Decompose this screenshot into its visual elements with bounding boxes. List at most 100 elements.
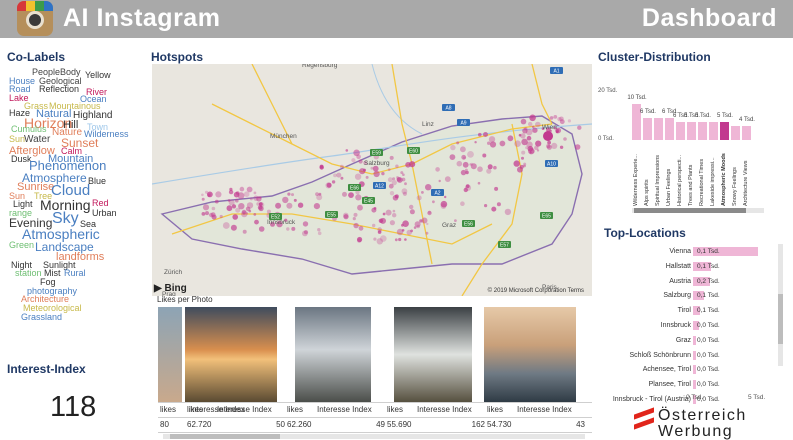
map-copyright[interactable]: © 2019 Microsoft Corporation Terms <box>488 288 584 294</box>
location-bar[interactable] <box>693 350 697 360</box>
cluster-bar[interactable] <box>654 118 663 140</box>
location-bar[interactable] <box>693 335 697 345</box>
hotspot-dot <box>256 196 262 202</box>
word-cloud-term[interactable]: Red <box>92 199 109 208</box>
hotspot-dot <box>345 149 349 152</box>
instagram-photo[interactable] <box>484 307 576 402</box>
photo-strip[interactable]: likes Interesse Index 80 likes Interesse Ind… <box>158 304 592 434</box>
cluster-bar[interactable] <box>720 122 729 140</box>
road-shield-label: E55 <box>327 213 336 219</box>
bar-data-label: 6 Tsd. <box>640 109 656 116</box>
hotspot-dot <box>215 191 222 198</box>
word-cloud-term[interactable]: Yellow <box>85 71 111 80</box>
x-tick-label: 5 Tsd. <box>748 394 766 401</box>
map-city-label: Wien <box>542 124 557 131</box>
scrollbar-thumb[interactable] <box>634 208 746 213</box>
hotspot-dot <box>409 204 414 210</box>
road-shield-label: E45 <box>364 199 373 205</box>
hotspot-dot <box>357 238 362 243</box>
word-cloud-term[interactable]: Blue <box>88 177 106 186</box>
interest-index-value: 118 <box>50 391 97 423</box>
word-cloud-term[interactable]: Atmospheric <box>22 227 100 241</box>
hotspot-dot <box>253 213 257 216</box>
hotspot-dot <box>425 231 429 235</box>
hotspots-map[interactable]: Regensburg München Salzburg Innsbruck Linz Wi… <box>152 64 592 296</box>
hotspot-dot <box>242 212 246 215</box>
hotspot-dot <box>504 208 512 216</box>
likes-per-photo-title: Likes per Photo <box>157 295 213 304</box>
app-title: AI Instagram <box>63 4 221 32</box>
cluster-scrollbar[interactable] <box>632 208 764 213</box>
word-cloud-term[interactable]: Water <box>24 135 50 145</box>
hotspot-dot <box>465 170 469 175</box>
austria-region <box>160 115 583 275</box>
word-cloud-term[interactable]: Reflection <box>39 85 79 94</box>
instagram-photo[interactable] <box>185 307 277 402</box>
photo-strip-scrollbar[interactable] <box>163 434 585 439</box>
cluster-distribution-chart[interactable]: 20 Tsd. 0 Tsd. 10 Tsd. Wilderness Experie..… <box>596 82 786 217</box>
word-cloud-term[interactable]: Sun <box>9 135 25 144</box>
hotspot-dot <box>246 186 253 193</box>
location-name: Achensee, Tirol <box>642 366 691 374</box>
hotspot-dot <box>464 184 472 191</box>
hotspot-dot <box>401 177 406 182</box>
cluster-bar[interactable] <box>698 122 707 140</box>
instagram-photo[interactable] <box>394 307 472 402</box>
location-bar[interactable] <box>693 380 697 390</box>
cluster-distribution-title: Cluster-Distribution <box>598 50 711 64</box>
hotspot-dot <box>359 168 366 175</box>
y-tick-label: 20 Tsd. <box>598 88 618 94</box>
word-cloud-term[interactable]: Highland <box>73 111 112 121</box>
top-locations-scrollbar[interactable] <box>778 244 783 366</box>
cluster-bar[interactable] <box>665 118 674 140</box>
cluster-category-label: Historical perspecti... <box>677 154 683 206</box>
scrollbar-thumb[interactable] <box>170 434 280 439</box>
location-value-label: 0,1 Tsd. <box>697 248 720 255</box>
hotspot-dot <box>293 198 297 202</box>
cluster-bar[interactable] <box>709 122 718 140</box>
interest-index-value: 50 <box>276 420 285 429</box>
instagram-photo[interactable] <box>295 307 371 402</box>
hotspot-dot <box>370 166 374 170</box>
cluster-bar[interactable] <box>687 122 696 140</box>
hotspot-dot <box>484 204 488 208</box>
word-cloud-term[interactable]: Green <box>9 241 34 250</box>
hotspot-dot <box>507 135 514 142</box>
road-shield-label: A10 <box>547 162 556 168</box>
scrollbar-thumb[interactable] <box>778 294 783 344</box>
hotspot-dot <box>524 127 528 131</box>
hotspot-dot <box>372 223 376 228</box>
word-cloud-term[interactable]: Grassland <box>21 313 62 322</box>
word-cloud-term[interactable]: Cloud <box>51 183 90 198</box>
word-cloud-term[interactable]: Cumulus <box>11 125 47 134</box>
map-canvas[interactable]: RegensburgMünchenSalzburgInnsbruckLinz Wi… <box>152 64 592 296</box>
cluster-bar[interactable] <box>731 125 740 140</box>
hotspot-dot <box>521 138 528 146</box>
hotspot-dot <box>231 204 237 209</box>
instagram-photo[interactable] <box>158 307 182 402</box>
word-cloud-term[interactable]: station <box>15 269 42 278</box>
top-locations-title: Top-Locations <box>604 226 686 240</box>
co-labels-word-cloud[interactable]: PeopleBody Yellow House Geological Road Refle… <box>6 66 138 322</box>
word-cloud-term[interactable]: Urban <box>92 209 117 218</box>
likes-column-header: likes <box>387 405 404 414</box>
hotspot-dot <box>523 162 527 166</box>
hotspot-dot <box>432 200 435 204</box>
road-shield-label: E57 <box>500 243 509 249</box>
cluster-bar[interactable] <box>676 122 685 140</box>
hotspot-dot <box>378 218 384 223</box>
hotspot-dot <box>440 203 447 210</box>
road-shield-label: A2 <box>434 191 440 197</box>
hotspot-dot <box>491 206 497 212</box>
hotspot-dot <box>253 191 257 195</box>
location-bar[interactable] <box>693 365 697 375</box>
cluster-bar[interactable] <box>742 125 751 140</box>
word-cloud-term[interactable]: Rural <box>64 269 86 278</box>
likes-value: 62.720 <box>187 420 212 429</box>
hotspot-dot <box>414 221 421 228</box>
hotspot-dot <box>352 217 356 221</box>
hotspot-dot <box>521 156 524 160</box>
hotspot-dot <box>444 195 447 199</box>
cluster-bar[interactable] <box>643 118 652 140</box>
word-cloud-term[interactable]: Sky <box>52 211 79 227</box>
